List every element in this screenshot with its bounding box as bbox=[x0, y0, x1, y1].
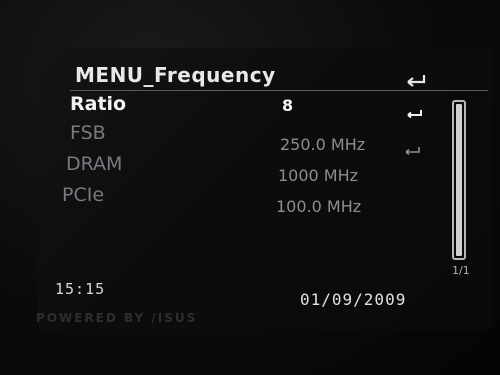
return-arrow-icon[interactable] bbox=[405, 72, 429, 90]
setting-row-fsb[interactable]: FSB 250.0 MHz bbox=[0, 122, 500, 156]
setting-label: DRAM bbox=[66, 153, 123, 175]
setting-row-dram[interactable]: DRAM 1000 MHz bbox=[0, 153, 500, 185]
scrollbar[interactable] bbox=[452, 100, 466, 260]
setting-row-ratio[interactable]: Ratio 8 bbox=[0, 93, 500, 123]
menu-title: MENU_Frequency bbox=[75, 63, 276, 87]
setting-label: Ratio bbox=[70, 93, 127, 115]
setting-row-pcie[interactable]: PCIe 100.0 MHz bbox=[0, 184, 500, 216]
scroll-thumb[interactable] bbox=[456, 104, 462, 256]
clock-date: 01/09/2009 bbox=[300, 290, 407, 309]
setting-value[interactable]: 8 bbox=[282, 96, 293, 115]
enter-icon[interactable] bbox=[407, 103, 423, 119]
setting-value[interactable]: 250.0 MHz bbox=[280, 135, 365, 154]
setting-value[interactable]: 100.0 MHz bbox=[276, 197, 361, 216]
brand-logo: POWERED BY /ISUS bbox=[36, 311, 198, 325]
page-indicator: 1/1 bbox=[452, 264, 470, 277]
enter-icon[interactable] bbox=[405, 140, 421, 156]
title-divider bbox=[70, 90, 488, 91]
setting-value[interactable]: 1000 MHz bbox=[278, 166, 358, 185]
setting-label: PCIe bbox=[62, 184, 105, 206]
clock-time: 15:15 bbox=[55, 280, 106, 298]
setting-label: FSB bbox=[70, 122, 106, 144]
